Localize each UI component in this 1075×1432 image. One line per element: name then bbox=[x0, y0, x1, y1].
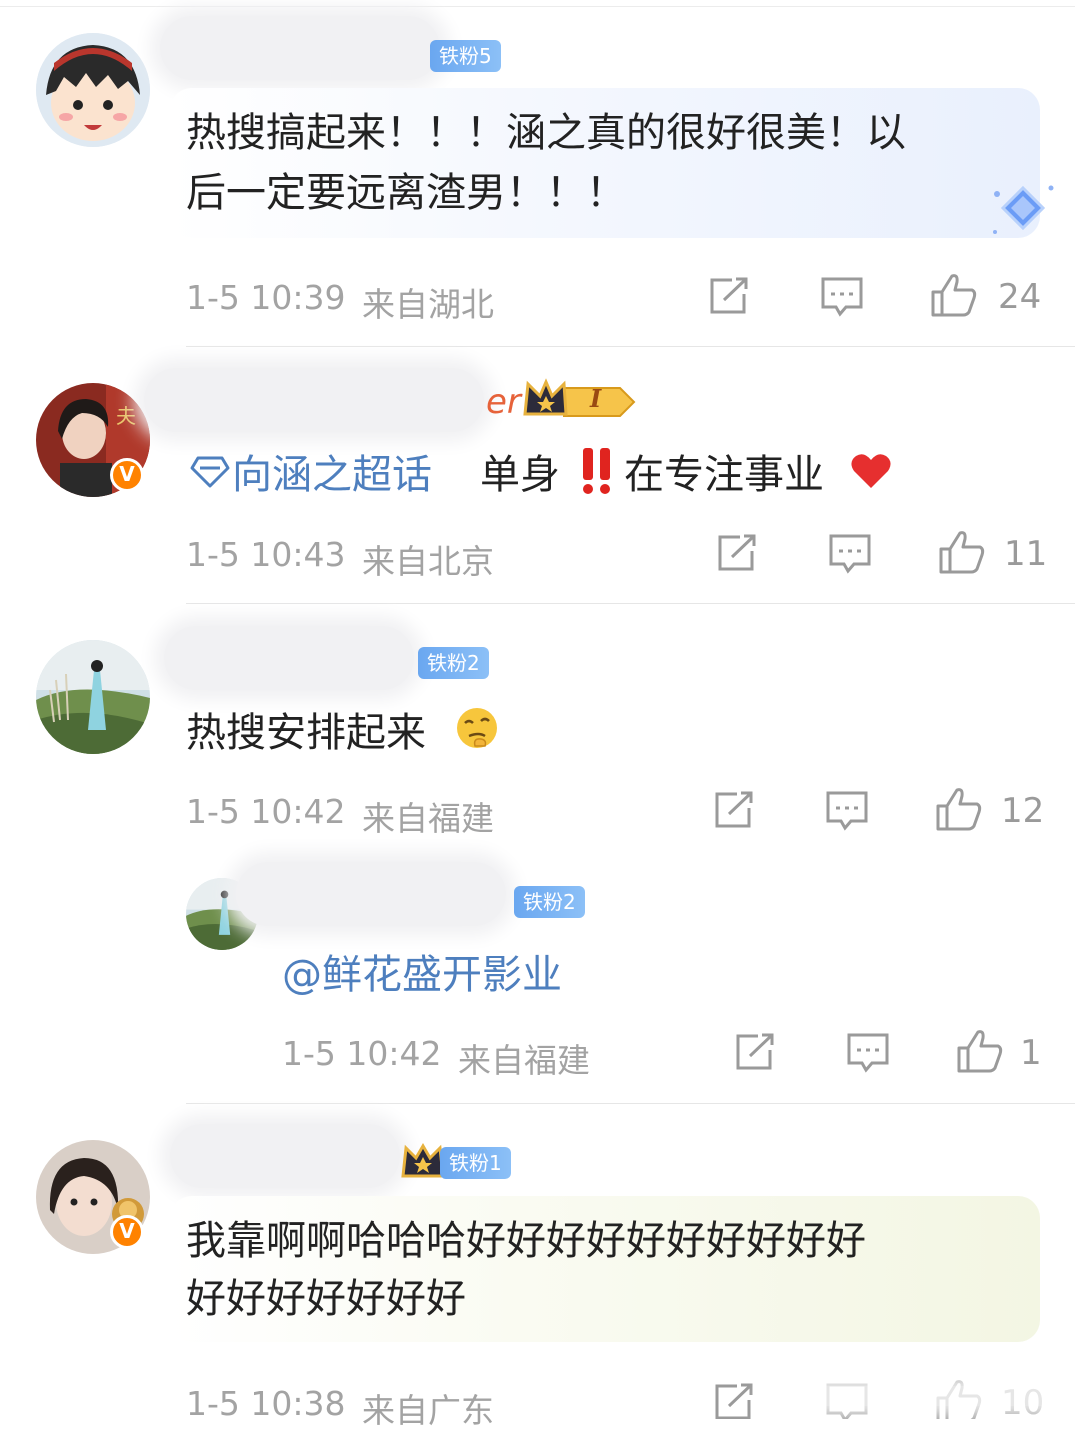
comment-text: 热搜安排起来 bbox=[186, 710, 426, 756]
username-redacted[interactable] bbox=[164, 626, 414, 690]
comment-divider bbox=[186, 346, 1075, 347]
comment-text-line-1: 热搜搞起来！！！涵之真的很好很美！以 bbox=[186, 110, 906, 156]
cartoon-girl-avatar-icon bbox=[36, 33, 150, 147]
comment-location: 来自福建 bbox=[458, 1041, 590, 1080]
super-topic-diamond-icon bbox=[190, 456, 230, 488]
thinking-face-emoji-icon bbox=[457, 708, 497, 748]
comment-text-line-2: 好好好好好好好 bbox=[186, 1276, 466, 1322]
comment-divider bbox=[186, 1103, 1075, 1104]
share-icon[interactable] bbox=[711, 1382, 755, 1419]
like-count: 24 bbox=[998, 277, 1042, 317]
username-redacted[interactable] bbox=[236, 862, 506, 926]
svg-text:夫: 夫 bbox=[116, 404, 136, 428]
username-redacted[interactable] bbox=[144, 368, 484, 432]
fan-level-badge: 铁粉5 bbox=[430, 40, 501, 72]
avatar[interactable] bbox=[36, 33, 150, 147]
comment-text: 单身 bbox=[480, 452, 560, 498]
comment-icon[interactable] bbox=[846, 1032, 890, 1074]
mention-link[interactable]: @鲜花盛开影业 bbox=[282, 942, 562, 1000]
member-crown-icon bbox=[523, 378, 636, 417]
comment-time: 1-5 10:42 bbox=[282, 1034, 442, 1073]
red-heart-icon bbox=[851, 454, 891, 488]
comment-divider bbox=[186, 603, 1075, 604]
comment-text-line-2: 后一定要远离渣男！！！ bbox=[186, 170, 626, 216]
like-count: 1 bbox=[1020, 1033, 1042, 1073]
sparkle-diamond-icon bbox=[993, 185, 1054, 234]
comment-location: 来自湖北 bbox=[362, 285, 494, 324]
thumbs-up-icon[interactable] bbox=[938, 529, 986, 575]
fan-level-badge: 铁粉2 bbox=[514, 886, 585, 918]
comment-icon[interactable] bbox=[820, 276, 864, 318]
share-icon[interactable] bbox=[714, 533, 758, 573]
double-exclamation-icon bbox=[583, 448, 610, 494]
comment-time: 1-5 10:43 bbox=[186, 535, 346, 574]
verified-v-icon: V bbox=[110, 1215, 144, 1249]
username-redacted[interactable] bbox=[170, 1124, 400, 1188]
avatar[interactable] bbox=[36, 640, 150, 754]
super-topic-link[interactable]: 向涵之超话 bbox=[232, 442, 432, 500]
comment-text-line-1: 我靠啊啊哈哈哈好好好好好好好好好好 bbox=[186, 1218, 866, 1264]
fan-level-badge: 铁粉2 bbox=[418, 647, 489, 679]
share-icon[interactable] bbox=[711, 790, 755, 830]
landscape-figure-avatar-icon bbox=[36, 640, 150, 754]
username-tail[interactable]: er bbox=[486, 382, 521, 422]
comment-location: 来自福建 bbox=[362, 799, 494, 838]
member-rank: I bbox=[590, 384, 602, 413]
username-redacted[interactable] bbox=[160, 16, 440, 80]
fan-level-badge: 铁粉1 bbox=[440, 1147, 511, 1179]
like-count: 11 bbox=[1004, 534, 1048, 574]
share-icon[interactable] bbox=[706, 276, 750, 316]
thumbs-up-icon[interactable] bbox=[930, 272, 978, 318]
comment-location: 来自广东 bbox=[362, 1391, 494, 1430]
comment-icon[interactable] bbox=[828, 533, 872, 575]
comment-location: 来自北京 bbox=[362, 542, 494, 581]
verified-v-icon: V bbox=[110, 458, 144, 492]
comment-text-2: 在专注事业 bbox=[624, 452, 824, 498]
thumbs-up-icon[interactable] bbox=[935, 786, 983, 832]
bottom-watermark-blur bbox=[770, 1386, 1070, 1406]
comment-time: 1-5 10:39 bbox=[186, 278, 346, 317]
thumbs-up-icon[interactable] bbox=[956, 1028, 1004, 1074]
comment-icon[interactable] bbox=[825, 790, 869, 832]
share-icon[interactable] bbox=[732, 1032, 776, 1072]
comment-time: 1-5 10:38 bbox=[186, 1384, 346, 1423]
comment-time: 1-5 10:42 bbox=[186, 792, 346, 831]
like-count: 12 bbox=[1001, 791, 1045, 831]
top-divider bbox=[0, 6, 1075, 7]
